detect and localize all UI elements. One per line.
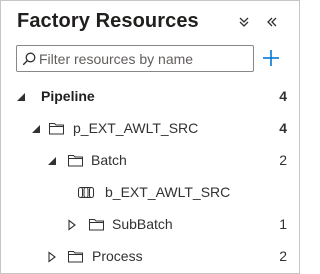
tree-item-subbatch[interactable]: SubBatch 1 bbox=[1, 209, 299, 241]
tree-item-label: SubBatch bbox=[112, 216, 173, 232]
expanded-triangle-icon[interactable] bbox=[46, 155, 58, 167]
tree-item-label: Pipeline bbox=[41, 88, 95, 104]
tree-item-count: 2 bbox=[279, 152, 287, 168]
tree-item-label: b_EXT_AWLT_SRC bbox=[105, 184, 231, 200]
folder-icon bbox=[89, 219, 104, 231]
tree-item-count: 4 bbox=[279, 120, 287, 136]
pipeline-icon bbox=[78, 187, 94, 198]
tree-item-batch[interactable]: Batch 2 bbox=[1, 145, 299, 177]
tree-item-pipeline[interactable]: Pipeline 4 bbox=[1, 81, 299, 113]
factory-resources-panel: Factory Resources Filter resources by na… bbox=[0, 0, 300, 274]
tree-item-count: 2 bbox=[279, 248, 287, 264]
folder-icon bbox=[68, 155, 83, 167]
hide-panel-button[interactable] bbox=[263, 13, 281, 31]
folder-icon bbox=[68, 251, 83, 263]
double-chevron-left-icon bbox=[267, 17, 277, 27]
tree-item-process[interactable]: Process 2 bbox=[1, 241, 299, 273]
expanded-triangle-icon[interactable] bbox=[15, 91, 27, 103]
tree-item-b-ext-awlt-src[interactable]: b_EXT_AWLT_SRC bbox=[1, 177, 299, 209]
panel-title: Factory Resources bbox=[17, 10, 199, 32]
search-icon bbox=[22, 52, 36, 66]
tree-item-label: Process bbox=[92, 248, 143, 264]
double-chevron-down-icon bbox=[239, 17, 249, 27]
tree-item-count: 1 bbox=[279, 216, 287, 232]
add-resource-button[interactable] bbox=[261, 48, 281, 68]
filter-resources-input[interactable] bbox=[39, 48, 251, 69]
collapsed-triangle-icon[interactable] bbox=[66, 219, 78, 231]
tree-item-label: p_EXT_AWLT_SRC bbox=[73, 120, 199, 136]
tree-item-label: Batch bbox=[91, 152, 127, 168]
panel-header: Factory Resources bbox=[17, 8, 287, 38]
tree-item-count: 4 bbox=[279, 88, 287, 104]
collapse-all-button[interactable] bbox=[235, 13, 253, 31]
resource-tree: Pipeline 4 p_EXT_AWLT_SRC 4 Batch 2 b_EX… bbox=[1, 81, 299, 273]
folder-icon bbox=[49, 123, 64, 135]
expanded-triangle-icon[interactable] bbox=[30, 123, 42, 135]
plus-icon bbox=[263, 50, 279, 66]
filter-search-box bbox=[16, 45, 254, 72]
tree-item-p-ext-awlt-src[interactable]: p_EXT_AWLT_SRC 4 bbox=[1, 113, 299, 145]
collapsed-triangle-icon[interactable] bbox=[46, 251, 58, 263]
